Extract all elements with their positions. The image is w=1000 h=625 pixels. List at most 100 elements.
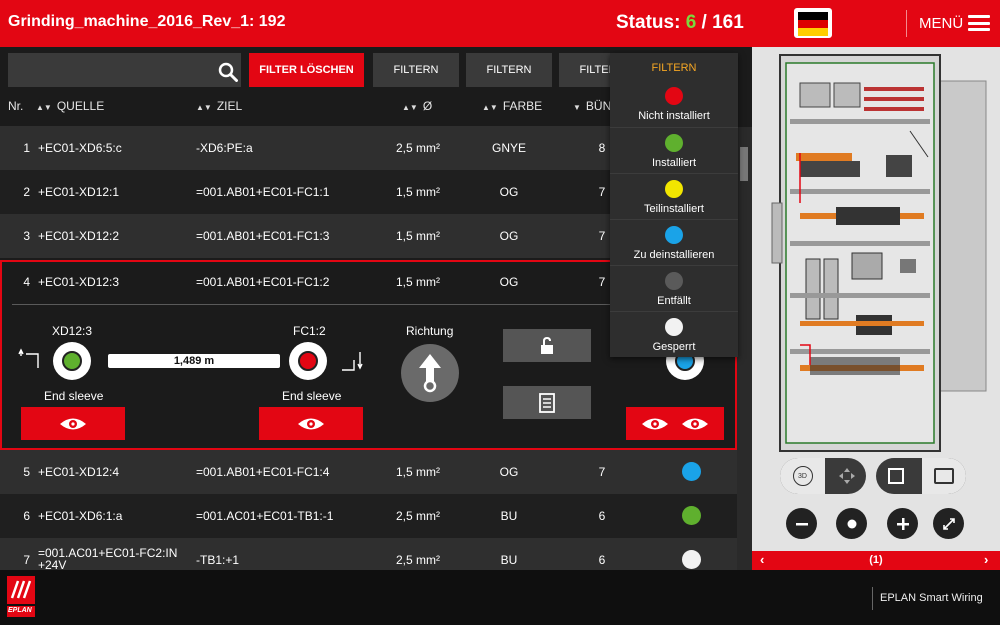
row-color: BU xyxy=(500,509,518,523)
divider xyxy=(12,304,610,305)
status-total-count: 161 xyxy=(712,12,744,33)
footer-app-name: EPLAN Smart Wiring xyxy=(880,592,983,604)
zoom-out-button[interactable] xyxy=(786,508,817,539)
source-terminal-label: XD12:3 xyxy=(52,324,93,338)
status-summary: Status: 6 / 161 xyxy=(616,12,744,34)
row-target: =001.AB01+EC01-FC1:1 xyxy=(196,185,330,199)
next-page-chevron-icon[interactable]: › xyxy=(984,552,988,567)
zoom-in-button[interactable] xyxy=(887,508,918,539)
footer-bar xyxy=(0,570,1000,625)
view-both-button[interactable] xyxy=(626,407,724,440)
menu-button-label[interactable]: MENÜ xyxy=(919,15,963,32)
expand-icon xyxy=(942,517,955,530)
column-nr[interactable]: Nr. xyxy=(8,99,23,113)
column-ziel[interactable]: ▲▼ ZIEL xyxy=(196,99,242,113)
row-target: =001.AB01+EC01-FC1:4 xyxy=(196,465,330,479)
plus-icon xyxy=(896,517,909,530)
filter-option-omitted[interactable]: Entfällt xyxy=(610,265,738,311)
status-dot-green-icon xyxy=(665,134,683,152)
clear-filter-button[interactable]: FILTER LÖSCHEN xyxy=(249,53,364,87)
row-target: =001.AB01+EC01-FC1:2 xyxy=(196,275,330,289)
pan-icon[interactable] xyxy=(838,467,856,485)
eye-icon xyxy=(298,418,324,429)
row-source: +EC01-XD12:1 xyxy=(38,185,120,199)
row-source: +EC01-XD6:1:a xyxy=(38,509,123,523)
cabinet-3d-view[interactable] xyxy=(760,53,990,453)
rotate-3d-icon: 3D xyxy=(792,466,813,486)
row-cross-section: 2,5 mm² xyxy=(395,553,440,567)
status-installed-count: 6 xyxy=(685,12,697,33)
filter-dropdown: FILTERN Nicht installiert Installiert Te… xyxy=(610,53,738,357)
source-terminal-status[interactable] xyxy=(53,342,91,380)
column-quelle-label: QUELLE xyxy=(56,99,105,113)
minus-icon xyxy=(795,522,808,525)
scrollbar-thumb[interactable] xyxy=(740,147,748,181)
footer-divider xyxy=(872,587,873,610)
row-target: -TB1:+1 xyxy=(196,553,240,567)
table-row[interactable]: 5 +EC01-XD12:4 =001.AB01+EC01-FC1:4 1,5 … xyxy=(0,450,737,494)
row-target: =001.AC01+EC01-TB1:-1 xyxy=(196,509,334,523)
center-dot-icon xyxy=(847,519,856,528)
column-buendel[interactable]: ▼ BÜN xyxy=(573,99,611,113)
column-buendel-label: BÜN xyxy=(585,99,612,113)
filter-option-not-installed[interactable]: Nicht installiert xyxy=(610,81,738,127)
row-status-dot xyxy=(682,462,701,481)
column-diameter[interactable]: ▲▼ Ø xyxy=(402,99,432,113)
table-row[interactable]: 7 =001.AC01+EC01-FC2:IN +24V -TB1:+1 2,5… xyxy=(0,538,737,570)
row-cross-section: 1,5 mm² xyxy=(395,185,440,199)
status-separator: / xyxy=(701,12,707,33)
row-cross-section: 1,5 mm² xyxy=(395,465,440,479)
cabinet-viewer-panel: 3D ‹ (1) › xyxy=(752,47,1000,570)
status-dot-blue-icon xyxy=(665,226,683,244)
target-status-dot xyxy=(298,351,318,371)
filter-button-1[interactable]: FILTERN xyxy=(373,53,459,87)
wire-length-bar: 1,489 m xyxy=(108,354,280,368)
row-status-dot xyxy=(682,506,701,525)
hamburger-menu-icon[interactable] xyxy=(968,15,990,31)
filter-option-locked[interactable]: Gesperrt xyxy=(610,311,738,357)
row-bundle: 7 xyxy=(598,465,606,479)
view-mode-toggle[interactable]: 3D xyxy=(780,458,866,494)
row-number: 6 xyxy=(23,509,30,523)
display-mode-toggle[interactable] xyxy=(876,458,966,494)
target-direction-icon xyxy=(342,352,363,371)
language-german-flag-icon[interactable] xyxy=(794,8,832,38)
sort-icon: ▲▼ xyxy=(402,103,418,112)
unlock-button[interactable] xyxy=(503,329,591,362)
page-indicator: (1) xyxy=(869,554,883,566)
row-target: -XD6:PE:a xyxy=(196,141,253,155)
column-quelle[interactable]: ▲▼ QUELLE xyxy=(36,99,104,113)
eplan-logo: EPLAN xyxy=(7,576,35,618)
fullscreen-button[interactable] xyxy=(933,508,964,539)
solid-view-button[interactable] xyxy=(922,458,966,494)
table-row[interactable]: 6 +EC01-XD6:1:a =001.AC01+EC01-TB1:-1 2,… xyxy=(0,494,737,538)
row-cross-section: 1,5 mm² xyxy=(395,229,440,243)
row-bundle: 8 xyxy=(598,141,606,155)
row-color: BU xyxy=(500,553,518,567)
direction-toggle[interactable] xyxy=(401,344,459,402)
search-input[interactable] xyxy=(8,53,241,87)
wireframe-view-icon[interactable] xyxy=(888,468,904,484)
status-dot-gray-icon xyxy=(665,272,683,290)
column-farbe[interactable]: ▲▼ FARBE xyxy=(482,99,542,113)
filter-button-2[interactable]: FILTERN xyxy=(466,53,552,87)
filter-option-partially-installed[interactable]: Teilinstalliert xyxy=(610,173,738,219)
search-icon[interactable] xyxy=(218,62,238,82)
sort-icon: ▲▼ xyxy=(482,103,498,112)
view-3d-button[interactable]: 3D xyxy=(780,458,825,494)
list-scrollbar[interactable] xyxy=(737,127,752,570)
view-source-button[interactable] xyxy=(21,407,125,440)
menu-divider xyxy=(906,10,907,37)
filter-option-label: Zu deinstallieren xyxy=(633,249,715,261)
reset-view-button[interactable] xyxy=(836,508,867,539)
document-button[interactable] xyxy=(503,386,591,419)
filter-option-label: Entfällt xyxy=(657,295,691,307)
filter-option-label: Gesperrt xyxy=(652,341,696,353)
row-color: GNYE xyxy=(491,141,526,155)
filter-option-installed[interactable]: Installiert xyxy=(610,127,738,173)
direction-arrow-icon xyxy=(419,354,441,393)
document-icon xyxy=(539,392,555,413)
target-terminal-status[interactable] xyxy=(289,342,327,380)
filter-option-to-uninstall[interactable]: Zu deinstallieren xyxy=(610,219,738,265)
view-target-button[interactable] xyxy=(259,407,363,440)
